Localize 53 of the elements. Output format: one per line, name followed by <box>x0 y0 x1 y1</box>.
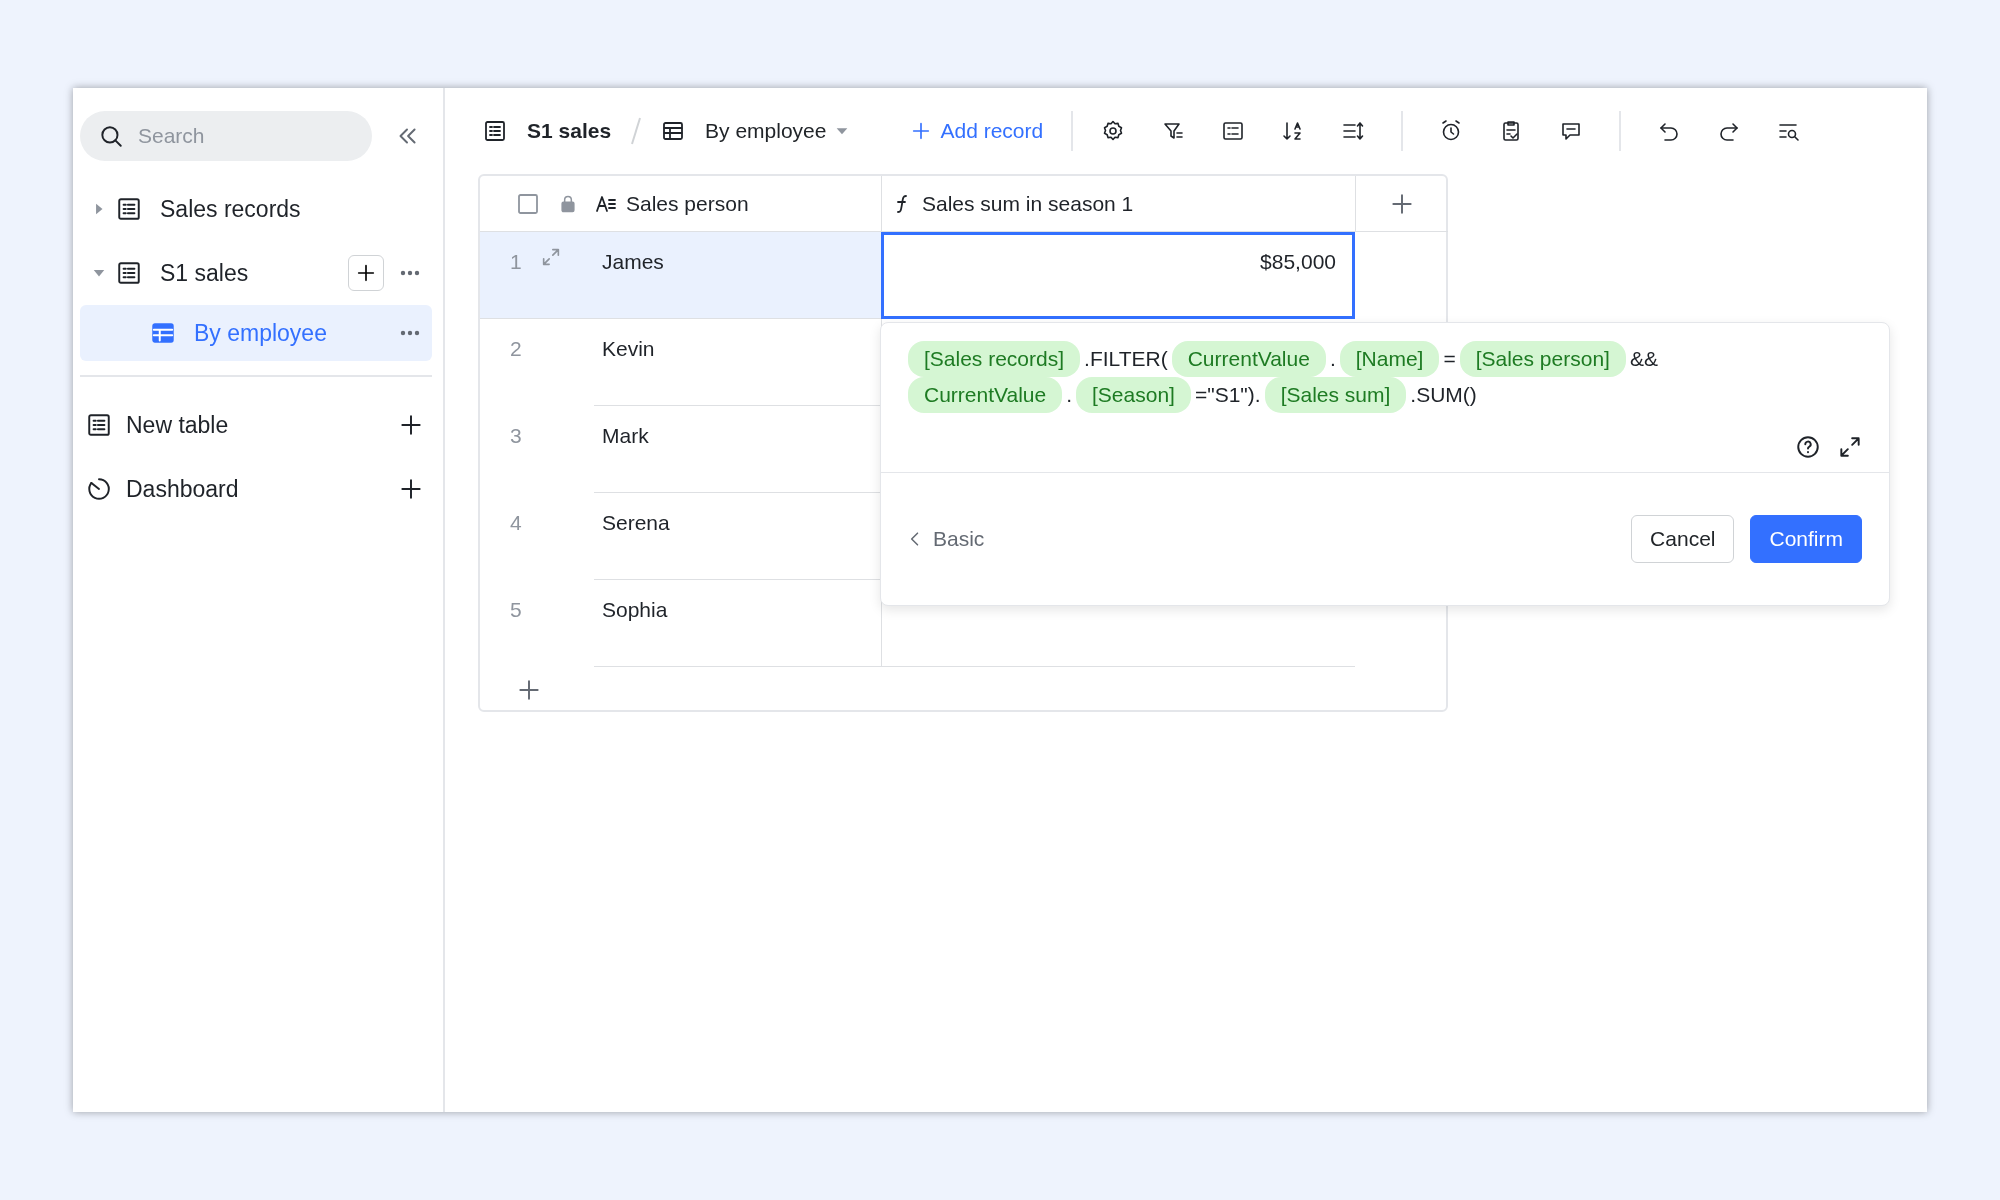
formula-text: . <box>1066 382 1073 409</box>
tree-item[interactable]: Sales records <box>80 177 432 241</box>
field-token: [Name] <box>1339 341 1440 377</box>
tree-label: S1 sales <box>160 258 250 288</box>
field-token: CurrentValue <box>1171 341 1326 377</box>
lock-icon <box>558 193 578 214</box>
field-token: [Sales person] <box>1459 341 1626 377</box>
formula-text: = <box>1443 346 1456 373</box>
slash-icon <box>631 117 642 145</box>
tree-item[interactable]: S1 sales <box>80 241 432 305</box>
field-token: CurrentValue <box>908 377 1063 413</box>
checkbox[interactable] <box>516 191 540 216</box>
formula-text: . <box>1329 346 1336 373</box>
field-token: [Season] <box>1076 377 1191 413</box>
section-label: New table <box>126 410 230 440</box>
table-cell[interactable]: James <box>594 232 881 319</box>
dashboard-icon <box>86 476 112 502</box>
view-label: By employee <box>194 318 328 348</box>
cancel-button[interactable]: Cancel <box>1631 515 1735 563</box>
grid-view-icon <box>661 119 686 143</box>
table-title: S1 sales <box>527 118 612 145</box>
view-item[interactable]: By employee <box>80 305 432 361</box>
grid-view-icon <box>150 320 176 346</box>
formula-text: ="S1"). <box>1194 382 1261 409</box>
table-cell[interactable]: $85,000 <box>881 232 1355 319</box>
formula-text: .FILTER( <box>1084 346 1168 373</box>
row-number: 4 <box>510 510 523 536</box>
field-token: [Sales records] <box>908 341 1081 377</box>
formula-text: && <box>1629 346 1658 373</box>
formula-text: .SUM() <box>1410 382 1477 409</box>
row-number: 2 <box>510 336 523 362</box>
plus-icon <box>355 262 377 284</box>
add-record-button[interactable]: Add record <box>910 115 1044 147</box>
search-icon <box>98 123 124 149</box>
table-icon <box>483 119 507 143</box>
row-number: 1 <box>510 249 523 275</box>
table-icon <box>116 260 142 286</box>
column-header[interactable]: Sales sum in season 1 <box>881 176 1355 232</box>
expand-icon[interactable] <box>1837 434 1863 460</box>
add-button[interactable] <box>348 255 384 291</box>
row-number: 5 <box>510 597 523 623</box>
view-selector[interactable]: By employee <box>705 115 851 147</box>
back-link[interactable]: Basic <box>905 523 985 555</box>
section-label: Dashboard <box>126 474 240 504</box>
tree-label: Sales records <box>160 194 302 224</box>
confirm-button[interactable]: Confirm <box>1750 515 1862 563</box>
search-field[interactable]: Search <box>136 119 336 153</box>
table-icon <box>86 412 112 438</box>
field-token: [Sales sum] <box>1264 377 1407 413</box>
table-icon <box>116 196 142 222</box>
search-field[interactable]: Search <box>80 111 372 161</box>
row-number: 3 <box>510 423 523 449</box>
help-icon[interactable] <box>1795 434 1821 460</box>
